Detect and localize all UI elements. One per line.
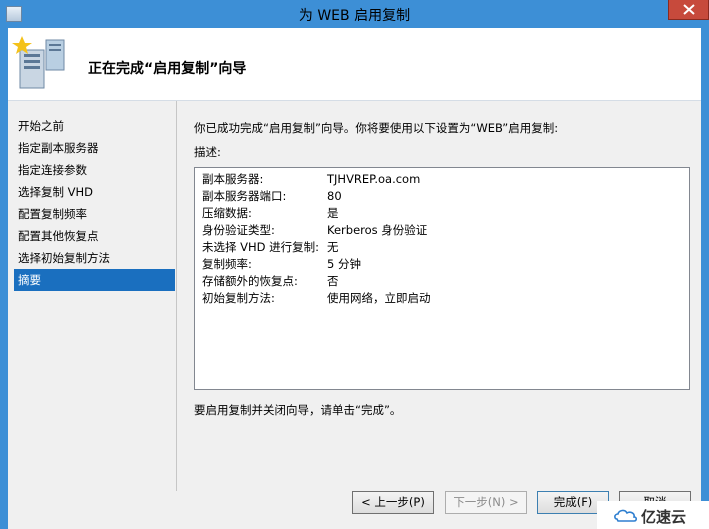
close-icon	[683, 4, 695, 15]
summary-key: 初始复制方法:	[202, 291, 275, 305]
step-recovery-points[interactable]: 配置其他恢复点	[14, 225, 175, 247]
summary-value: 是	[327, 206, 339, 220]
step-initial-replication[interactable]: 选择初始复制方法	[14, 247, 175, 269]
summary-key: 存储额外的恢复点:	[202, 274, 298, 288]
summary-key: 副本服务器:	[202, 172, 264, 186]
summary-value: Kerberos 身份验证	[327, 223, 428, 237]
cloud-logo-icon	[614, 509, 638, 522]
step-replica-server[interactable]: 指定副本服务器	[14, 137, 175, 159]
watermark: 亿速云	[597, 501, 709, 529]
summary-row: 未选择 VHD 进行复制: 无	[202, 239, 339, 256]
step-choose-vhd[interactable]: 选择复制 VHD	[14, 181, 175, 203]
title-bar[interactable]: 为 WEB 启用复制	[0, 0, 709, 28]
step-before-you-begin[interactable]: 开始之前	[14, 115, 175, 137]
summary-key: 压缩数据:	[202, 206, 252, 220]
page-title: 正在完成“启用复制”向导	[88, 61, 247, 77]
summary-key: 副本服务器端口:	[202, 189, 287, 203]
summary-value: 否	[327, 274, 339, 288]
summary-value: TJHVREP.oa.com	[327, 172, 421, 186]
summary-key: 身份验证类型:	[202, 223, 275, 237]
wizard-steps-sidebar: 开始之前 指定副本服务器 指定连接参数 选择复制 VHD 配置复制频率 配置其他…	[14, 115, 175, 291]
sidebar-divider	[176, 101, 177, 491]
wizard-body: 开始之前 指定副本服务器 指定连接参数 选择复制 VHD 配置复制频率 配置其他…	[8, 101, 701, 529]
step-replication-frequency[interactable]: 配置复制频率	[14, 203, 175, 225]
window-title: 为 WEB 启用复制	[298, 8, 411, 24]
summary-row: 副本服务器端口: 80	[202, 188, 342, 205]
summary-row: 副本服务器: TJHVREP.oa.com	[202, 171, 420, 188]
step-connection-params[interactable]: 指定连接参数	[14, 159, 175, 181]
description-label: 描述:	[194, 145, 221, 159]
finish-instruction: 要启用复制并关闭向导，请单击“完成”。	[194, 403, 402, 417]
intro-text: 你已成功完成“启用复制”向导。你将要使用以下设置为“WEB”启用复制:	[194, 121, 559, 135]
wizard-client-area: 正在完成“启用复制”向导 开始之前 指定副本服务器 指定连接参数 选择复制 VH…	[8, 28, 701, 529]
wizard-header: 正在完成“启用复制”向导	[8, 28, 701, 100]
watermark-text: 亿速云	[641, 508, 687, 526]
next-button[interactable]: 下一步(N) >	[445, 491, 527, 514]
summary-key: 复制频率:	[202, 257, 252, 271]
summary-value: 80	[327, 189, 342, 203]
summary-value: 无	[327, 240, 339, 254]
summary-row: 身份验证类型: Kerberos 身份验证	[202, 222, 427, 239]
previous-button[interactable]: < 上一步(P)	[352, 491, 434, 514]
summary-row: 复制频率: 5 分钟	[202, 256, 361, 273]
summary-value: 5 分钟	[327, 257, 361, 271]
summary-key: 未选择 VHD 进行复制:	[202, 240, 320, 254]
summary-row: 存储额外的恢复点: 否	[202, 273, 339, 290]
step-summary[interactable]: 摘要	[14, 269, 175, 291]
close-button[interactable]	[668, 0, 709, 20]
summary-row: 压缩数据: 是	[202, 205, 339, 222]
summary-textbox[interactable]: 副本服务器: TJHVREP.oa.com 副本服务器端口: 80 压缩数据: 是 身…	[194, 167, 690, 390]
server-wizard-icon	[12, 36, 65, 89]
summary-value: 使用网络，立即启动	[327, 291, 431, 305]
wizard-window: 为 WEB 启用复制 正在完成“启用复制”向导 开始之前 指定副本服务器 指定连…	[0, 0, 709, 529]
summary-row: 初始复制方法: 使用网络，立即启动	[202, 290, 431, 307]
